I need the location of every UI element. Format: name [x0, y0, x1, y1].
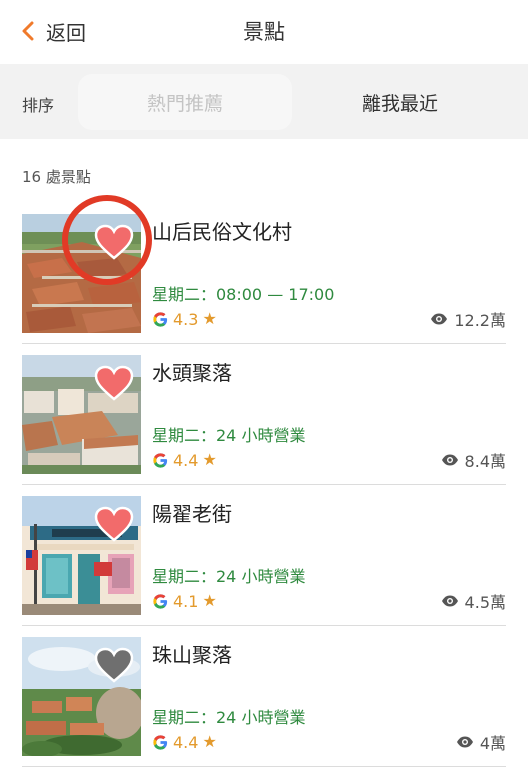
back-button[interactable]: 返回 [22, 16, 86, 46]
divider [22, 484, 506, 485]
opening-hours: 星期二：24 小時營業 [152, 708, 306, 727]
star-icon: ★ [202, 591, 217, 610]
star-icon: ★ [202, 309, 217, 328]
rating: 4.3 ★ [152, 308, 217, 330]
opening-hours: 星期二：08:00 — 17:00 [152, 285, 335, 304]
view-count-value: 12.2萬 [454, 311, 506, 330]
view-count-value: 4.5萬 [464, 593, 506, 612]
sort-label: 排序 [22, 96, 55, 115]
rating-value: 4.4 [173, 732, 199, 752]
view-count-value: 8.4萬 [464, 452, 506, 471]
star-icon: ★ [202, 450, 217, 469]
tab-popular[interactable]: 熱門推薦 [78, 74, 292, 130]
view-count: 4萬 [456, 731, 506, 753]
eye-icon [431, 313, 448, 325]
eye-icon [441, 454, 458, 466]
attraction-name: 山后民俗文化村 [152, 220, 292, 244]
eye-icon [456, 736, 473, 748]
rating-value: 4.1 [173, 591, 199, 611]
attraction-name: 水頭聚落 [152, 361, 232, 385]
rating-value: 4.3 [173, 309, 199, 329]
star-icon: ★ [202, 732, 217, 751]
divider [22, 766, 506, 767]
attraction-name: 珠山聚落 [152, 643, 232, 667]
rating: 4.4 ★ [152, 449, 217, 471]
divider [22, 343, 506, 344]
list-item[interactable]: 陽翟老街 星期二：24 小時營業 4.1 ★ 4.5萬 [22, 496, 506, 626]
rating-value: 4.4 [173, 450, 199, 470]
header: 返回 景點 [0, 0, 528, 62]
google-icon [153, 452, 168, 468]
favorite-heart-icon[interactable] [94, 224, 134, 260]
favorite-heart-icon[interactable] [94, 506, 134, 542]
opening-hours: 星期二：24 小時營業 [152, 426, 306, 445]
sort-bar: 排序 熱門推薦 離我最近 [0, 64, 528, 139]
back-label: 返回 [46, 20, 86, 45]
view-count: 12.2萬 [430, 308, 506, 330]
tab-nearest[interactable]: 離我最近 [300, 74, 500, 130]
view-count: 4.5萬 [441, 590, 506, 612]
favorite-heart-icon[interactable] [94, 647, 134, 683]
divider [22, 625, 506, 626]
favorite-heart-icon[interactable] [94, 365, 134, 401]
list-item[interactable]: 珠山聚落 星期二：24 小時營業 4.4 ★ 4萬 [22, 637, 506, 767]
list-item[interactable]: 山后民俗文化村 星期二：08:00 — 17:00 4.3 ★ 12.2萬 [22, 214, 506, 344]
list-item[interactable]: 水頭聚落 星期二：24 小時營業 4.4 ★ 8.4萬 [22, 355, 506, 485]
eye-icon [441, 595, 458, 607]
view-count: 8.4萬 [441, 449, 506, 471]
google-icon [153, 734, 168, 750]
google-icon [153, 311, 168, 327]
view-count-value: 4萬 [479, 734, 506, 753]
rating: 4.4 ★ [152, 731, 217, 753]
opening-hours: 星期二：24 小時營業 [152, 567, 306, 586]
attraction-name: 陽翟老街 [152, 502, 232, 526]
google-icon [153, 593, 168, 609]
rating: 4.1 ★ [152, 590, 217, 612]
result-count: 16 處景點 [22, 168, 91, 186]
chevron-left-icon [22, 21, 34, 41]
